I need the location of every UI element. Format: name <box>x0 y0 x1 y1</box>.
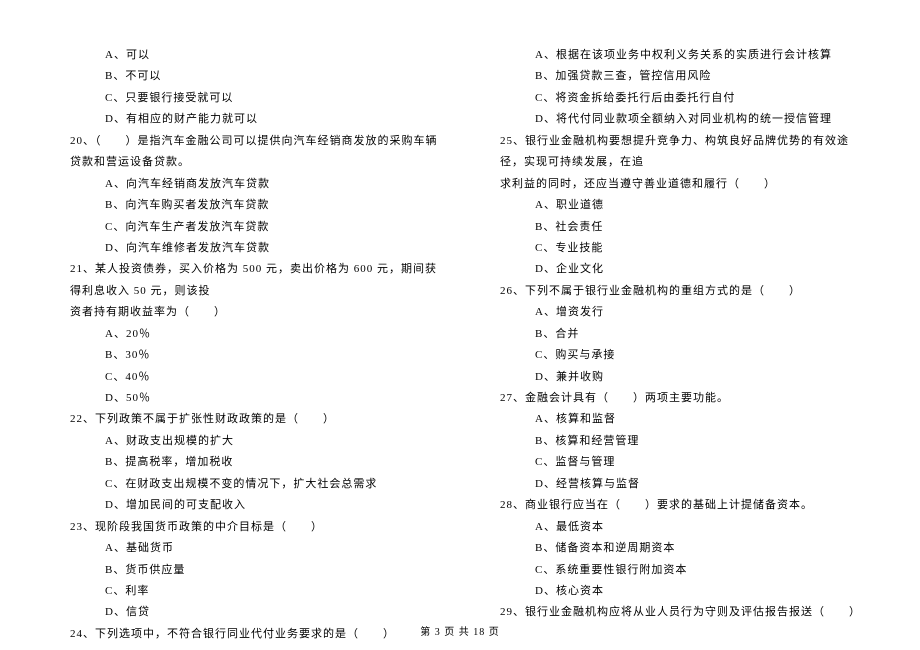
q24-option-a: A、根据在该项业务中权利义务关系的实质进行会计核算 <box>480 45 870 66</box>
page-container: A、可以 B、不可以 C、只要银行接受就可以 D、有相应的财产能力就可以 20、… <box>0 0 920 620</box>
q28-option-a: A、最低资本 <box>480 517 870 538</box>
q27-option-b: B、核算和经营管理 <box>480 431 870 452</box>
q28-option-c: C、系统重要性银行附加资本 <box>480 560 870 581</box>
q22-option-d: D、增加民间的可支配收入 <box>50 495 440 516</box>
q27-option-a: A、核算和监督 <box>480 409 870 430</box>
q29-text: 29、银行业金融机构应将从业人员行为守则及评估报告报送（ ） <box>480 602 870 623</box>
q22-option-a: A、财政支出规模的扩大 <box>50 431 440 452</box>
q19-option-b: B、不可以 <box>50 66 440 87</box>
q24-option-c: C、将资金拆给委托行后由委托行自付 <box>480 88 870 109</box>
q23-option-b: B、货币供应量 <box>50 560 440 581</box>
q23-text: 23、现阶段我国货币政策的中介目标是（ ） <box>50 517 440 538</box>
page-footer: 第 3 页 共 18 页 <box>0 623 920 638</box>
q21-option-c: C、40％ <box>50 367 440 388</box>
q23-option-a: A、基础货币 <box>50 538 440 559</box>
q21-option-a: A、20％ <box>50 324 440 345</box>
q20-option-a: A、向汽车经销商发放汽车贷款 <box>50 174 440 195</box>
q21-text-line1: 21、某人投资债券，买入价格为 500 元，卖出价格为 600 元，期间获得利息… <box>50 259 440 302</box>
q26-option-a: A、增资发行 <box>480 302 870 323</box>
q20-option-c: C、向汽车生产者发放汽车贷款 <box>50 217 440 238</box>
right-column: A、根据在该项业务中权利义务关系的实质进行会计核算 B、加强贷款三查，管控信用风… <box>460 45 870 590</box>
q28-text: 28、商业银行应当在（ ）要求的基础上计提储备资本。 <box>480 495 870 516</box>
q25-option-a: A、职业道德 <box>480 195 870 216</box>
q20-text: 20、（ ）是指汽车金融公司可以提供向汽车经销商发放的采购车辆贷款和营运设备贷款… <box>50 131 440 174</box>
q27-option-c: C、监督与管理 <box>480 452 870 473</box>
q27-option-d: D、经营核算与监督 <box>480 474 870 495</box>
q19-option-a: A、可以 <box>50 45 440 66</box>
q23-option-c: C、利率 <box>50 581 440 602</box>
q19-option-c: C、只要银行接受就可以 <box>50 88 440 109</box>
q26-option-b: B、合并 <box>480 324 870 345</box>
q28-option-d: D、核心资本 <box>480 581 870 602</box>
left-column: A、可以 B、不可以 C、只要银行接受就可以 D、有相应的财产能力就可以 20、… <box>50 45 460 590</box>
q25-text-line2: 求利益的同时，还应当遵守善业道德和履行（ ） <box>480 174 870 195</box>
q27-text: 27、金融会计具有（ ）两项主要功能。 <box>480 388 870 409</box>
q22-option-c: C、在财政支出规模不变的情况下，扩大社会总需求 <box>50 474 440 495</box>
q23-option-d: D、信贷 <box>50 602 440 623</box>
q21-option-b: B、30％ <box>50 345 440 366</box>
q21-option-d: D、50％ <box>50 388 440 409</box>
q20-option-d: D、向汽车维修者发放汽车贷款 <box>50 238 440 259</box>
q25-option-b: B、社会责任 <box>480 217 870 238</box>
q24-option-d: D、将代付同业款项全额纳入对同业机构的统一授信管理 <box>480 109 870 130</box>
q20-option-b: B、向汽车购买者发放汽车贷款 <box>50 195 440 216</box>
q24-option-b: B、加强贷款三查，管控信用风险 <box>480 66 870 87</box>
q22-option-b: B、提高税率，增加税收 <box>50 452 440 473</box>
q26-option-c: C、购买与承接 <box>480 345 870 366</box>
q25-option-c: C、专业技能 <box>480 238 870 259</box>
q19-option-d: D、有相应的财产能力就可以 <box>50 109 440 130</box>
q25-text-line1: 25、银行业金融机构要想提升竞争力、构筑良好品牌优势的有效途径，实现可持续发展，… <box>480 131 870 174</box>
q26-option-d: D、兼并收购 <box>480 367 870 388</box>
q26-text: 26、下列不属于银行业金融机构的重组方式的是（ ） <box>480 281 870 302</box>
q25-option-d: D、企业文化 <box>480 259 870 280</box>
q22-text: 22、下列政策不属于扩张性财政政策的是（ ） <box>50 409 440 430</box>
q28-option-b: B、储备资本和逆周期资本 <box>480 538 870 559</box>
q21-text-line2: 资者持有期收益率为（ ） <box>50 302 440 323</box>
